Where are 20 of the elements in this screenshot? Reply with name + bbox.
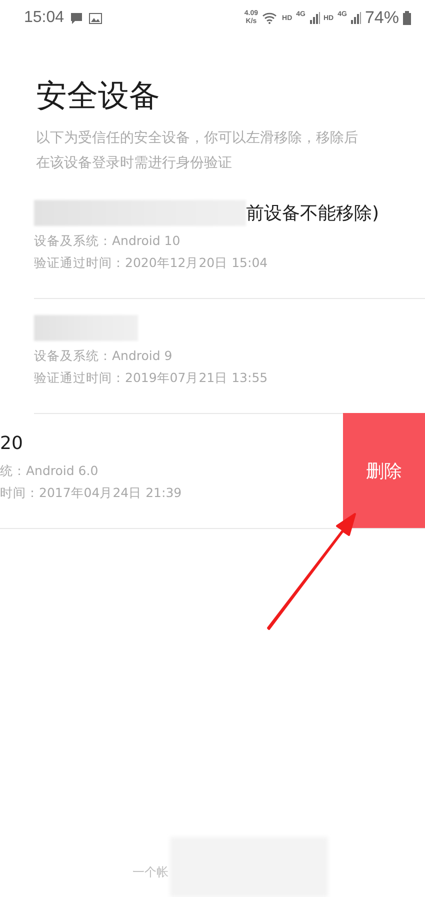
- image-icon: [89, 12, 102, 24]
- device-name: 前设备不能移除): [246, 202, 380, 225]
- verified-time: 验证通过时间：2020年12月20日 15:04: [34, 254, 269, 272]
- verified-time: 时间：2017年04月24日 21:39: [0, 484, 183, 502]
- battery-icon: [403, 11, 411, 25]
- wifi-icon: [262, 12, 278, 24]
- description: 以下为受信任的安全设备，你可以左滑移除，移除后在该设备登录时需进行身份验证: [36, 129, 359, 173]
- device-system: 统：Android 6.0: [0, 462, 100, 480]
- signal-icon: [350, 12, 361, 24]
- clock: 15:04: [24, 9, 64, 27]
- device-name: 20: [0, 432, 23, 454]
- footer-text: 一个帐: [132, 864, 168, 881]
- page-title: 安全设备: [36, 77, 161, 116]
- device-system: 设备及系统：Android 10: [34, 232, 182, 250]
- verified-time: 验证通过时间：2019年07月21日 13:55: [34, 369, 269, 387]
- signal-icon: [310, 12, 320, 24]
- message-icon: [70, 12, 84, 24]
- delete-button[interactable]: 删除: [343, 413, 425, 528]
- battery-percent: 74%: [364, 8, 399, 28]
- device-system: 设备及系统：Android 9: [34, 347, 174, 365]
